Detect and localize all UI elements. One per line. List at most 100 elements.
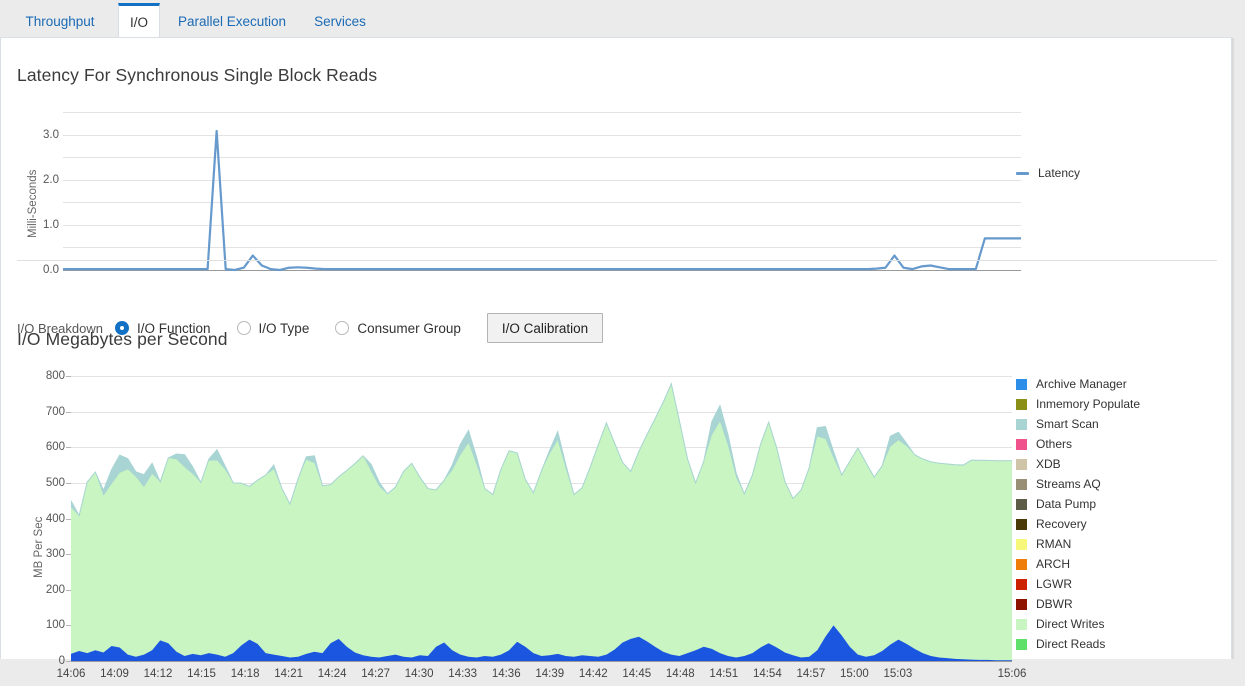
legend-item-streams-aq[interactable]: Streams AQ: [1016, 474, 1140, 494]
mbps-chart-title: I/O Megabytes per Second: [17, 329, 228, 349]
legend-item-inmemory-populate[interactable]: Inmemory Populate: [1016, 394, 1140, 414]
legend-swatch-icon: [1016, 638, 1027, 650]
tab-throughput[interactable]: Throughput: [8, 4, 112, 38]
legend-item-label: DBWR: [1036, 597, 1073, 611]
x-axis-tick-label: 14:42: [578, 668, 608, 680]
legend-item-others[interactable]: Others: [1016, 434, 1140, 454]
legend-item-label: Data Pump: [1036, 497, 1097, 511]
legend-item-smart-scan[interactable]: Smart Scan: [1016, 414, 1140, 434]
tab-services[interactable]: Services: [304, 4, 376, 38]
legend-swatch-icon: [1016, 438, 1027, 450]
legend-item-xdb[interactable]: XDB: [1016, 454, 1140, 474]
legend-item-label: Direct Reads: [1036, 637, 1106, 651]
legend-swatch-icon: [1016, 478, 1027, 490]
legend-item-rman[interactable]: RMAN: [1016, 534, 1140, 554]
x-axis-tick-label: 14:57: [796, 668, 826, 680]
latency-chart-legend: Latency: [1016, 163, 1080, 183]
y-axis-tick-label: 500: [45, 476, 65, 489]
legend-item-label: XDB: [1036, 457, 1061, 471]
x-axis-tick-label: 15:00: [839, 668, 869, 680]
y-axis-tick-label: 1.0: [43, 218, 59, 231]
x-axis-tick-label: 14:24: [317, 668, 347, 680]
legend-item-label: Others: [1036, 437, 1073, 451]
y-axis-tick-mark: [66, 376, 71, 377]
legend-item-lgwr[interactable]: LGWR: [1016, 574, 1140, 594]
x-axis-tick-label: 14:51: [709, 668, 739, 680]
tab-i-o[interactable]: I/O: [118, 3, 160, 39]
io-calibration-button[interactable]: I/O Calibration: [486, 313, 604, 343]
x-axis-tick-label: 14:06: [56, 668, 86, 680]
x-axis-tick-label: 14:54: [752, 668, 782, 680]
legend-item-data-pump[interactable]: Data Pump: [1016, 494, 1140, 514]
x-axis-tick-label: 14:18: [230, 668, 260, 680]
y-axis-tick-label: 2.0: [43, 173, 59, 186]
legend-item-direct-writes[interactable]: Direct Writes: [1016, 614, 1140, 634]
legend-item-label: ARCH: [1036, 557, 1071, 571]
y-axis-tick-label: 100: [45, 619, 65, 632]
y-axis-tick-label: 0: [58, 655, 65, 667]
legend-swatch-icon: [1016, 618, 1027, 630]
legend-item-label: Latency: [1038, 166, 1081, 180]
latency-chart-title: Latency For Synchronous Single Block Rea…: [17, 65, 378, 85]
mbps-y-axis-label: MB Per Sec: [33, 516, 45, 578]
legend-swatch-icon: [1016, 538, 1027, 550]
y-axis-tick-mark: [66, 447, 71, 449]
legend-item-dbwr[interactable]: DBWR: [1016, 594, 1140, 614]
legend-swatch-icon: [1016, 498, 1027, 510]
legend-item-direct-reads[interactable]: Direct Reads: [1016, 634, 1140, 654]
tab-bar: Throughput I/O Parallel Execution Services: [0, 0, 1245, 39]
x-axis-tick-label: 14:21: [274, 668, 303, 680]
radio-consumer-group[interactable]: Consumer Group: [335, 321, 461, 336]
legend-swatch-icon: [1016, 598, 1027, 610]
legend-item-archive-manager[interactable]: Archive Manager: [1016, 374, 1140, 394]
legend-swatch-icon: [1016, 518, 1027, 530]
x-axis-tick-label: 14:15: [187, 668, 216, 680]
latency-series-line: [63, 129, 1021, 272]
x-axis-tick-label: 14:27: [361, 668, 391, 680]
x-axis-tick-label: 15:06: [997, 668, 1027, 680]
legend-item-arch[interactable]: ARCH: [1016, 554, 1140, 574]
x-axis-tick-label: 14:30: [404, 668, 434, 680]
y-axis-tick-label: 600: [45, 441, 65, 454]
legend-swatch-icon: [1016, 458, 1027, 470]
x-axis-tick-label: 14:12: [143, 668, 173, 680]
area-series-direct-writes: [71, 383, 1012, 661]
legend-item-label: Inmemory Populate: [1036, 397, 1141, 411]
legend-swatch-icon: [1016, 378, 1027, 390]
section-divider-top: [17, 260, 1217, 261]
mbps-chart-legend: Archive Manager Inmemory Populate Smart Sc…: [1016, 374, 1140, 654]
radio-indicator-icon[interactable]: [236, 321, 251, 335]
mbps-stacked-areas: [70, 382, 1012, 661]
latency-chart-plot: [63, 112, 1021, 272]
y-axis-tick-mark: [66, 554, 71, 556]
legend-swatch-icon: [1016, 558, 1027, 570]
y-axis-tick-label: 200: [45, 583, 65, 596]
content-panel: Latency For Synchronous Single Block Rea…: [0, 37, 1232, 680]
legend-swatch-icon: [1016, 578, 1027, 590]
y-axis-tick-mark: [66, 411, 71, 413]
x-axis-tick-label: 15:03: [883, 668, 913, 680]
y-axis-tick-label: 700: [45, 405, 65, 418]
legend-item-label: Smart Scan: [1036, 417, 1099, 431]
y-axis-tick-label: 800: [45, 370, 65, 382]
y-axis-tick-label: 0.0: [43, 264, 59, 276]
y-axis-tick-mark: [66, 518, 71, 520]
y-axis-tick-mark: [66, 589, 71, 591]
tab-parallel-execution[interactable]: Parallel Execution: [166, 4, 298, 38]
x-axis-tick-label: 14:09: [100, 668, 129, 680]
x-axis-baseline: [71, 661, 1012, 662]
radio-label: I/O Type: [258, 320, 310, 336]
legend-swatch-icon: [1016, 398, 1027, 410]
x-axis-tick-label: 14:39: [535, 668, 565, 680]
panel-shadow: [1232, 38, 1235, 659]
x-axis-tick-label: 14:48: [665, 668, 695, 680]
radio-i-o-type[interactable]: I/O Type: [236, 320, 310, 336]
legend-item-label: Archive Manager: [1036, 377, 1127, 391]
radio-indicator-icon[interactable]: [335, 321, 350, 335]
legend-item-latency[interactable]: Latency: [1016, 163, 1080, 183]
legend-item-recovery[interactable]: Recovery: [1016, 514, 1140, 534]
mbps-chart-plot: [70, 376, 1012, 662]
y-axis-tick-mark: [66, 482, 71, 484]
legend-item-label: Direct Writes: [1036, 617, 1105, 631]
y-axis-tick-label: 3.0: [43, 128, 59, 141]
